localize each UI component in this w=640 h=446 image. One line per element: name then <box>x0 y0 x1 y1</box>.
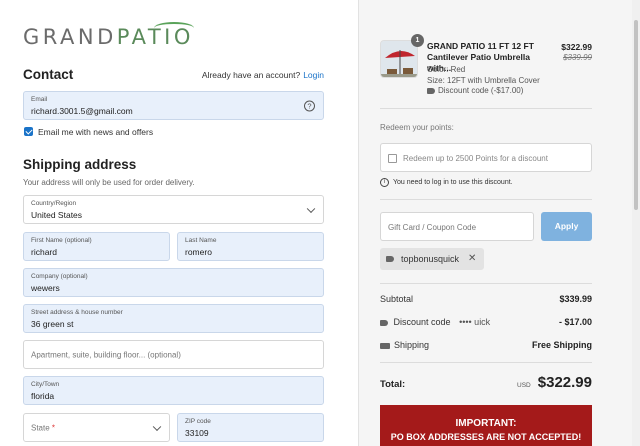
state-placeholder: State * <box>31 423 55 432</box>
coupon-input[interactable]: Gift Card / Coupon Code <box>380 212 534 241</box>
applied-coupon-chip: topbonusquick ✕ <box>380 248 484 270</box>
login-prompt: Already have an account? Login <box>202 70 324 80</box>
zip-value: 33109 <box>185 428 209 438</box>
scrollbar-thumb[interactable] <box>634 20 638 210</box>
banner-text: PO BOX ADDRESSES ARE NOT ACCEPTED! <box>390 432 582 442</box>
street-label: Street address & house number <box>31 309 123 316</box>
last-name-label: Last Name <box>185 237 217 244</box>
product-price: $322.99 <box>561 42 592 52</box>
city-field[interactable]: City/Town florida <box>23 376 324 405</box>
contact-heading: Contact <box>23 67 74 82</box>
total-label: Total: <box>380 379 406 390</box>
product-color: Color: Red <box>427 65 466 74</box>
company-value: wewers <box>31 283 60 293</box>
remove-coupon-icon[interactable]: ✕ <box>468 253 476 264</box>
info-icon: i <box>380 178 389 187</box>
currency-code: USD <box>517 382 531 389</box>
country-label: Country/Region <box>31 200 77 207</box>
discount-row: Discount code •••• uick <box>380 317 490 327</box>
tag-icon <box>427 87 435 94</box>
umbrella-image-icon <box>381 41 417 77</box>
login-prompt-text: Already have an account? <box>201 70 301 80</box>
product-old-price: $339.99 <box>563 53 592 62</box>
divider <box>380 362 592 363</box>
email-field[interactable]: Email richard.3001.5@gmail.com ? <box>23 91 324 120</box>
points-title: Redeem your points: <box>380 123 454 132</box>
chevron-down-icon <box>152 422 162 431</box>
redeem-option-label: Redeem up to 2500 Points for a discount <box>403 154 548 163</box>
city-label: City/Town <box>31 381 60 388</box>
shipping-value: Free Shipping <box>531 340 592 350</box>
truck-icon <box>380 342 390 349</box>
zip-label: ZIP code <box>185 418 211 425</box>
apartment-placeholder: Apartment, suite, building floor... (opt… <box>31 350 181 359</box>
points-note: You need to log in to use this discount. <box>393 179 513 186</box>
login-link[interactable]: Login <box>303 70 324 80</box>
email-value: richard.3001.5@gmail.com <box>31 106 133 116</box>
first-name-label: First Name (optional) <box>31 237 92 244</box>
zip-field[interactable]: ZIP code 33109 <box>177 413 324 442</box>
company-label: Company (optional) <box>31 273 88 280</box>
tag-icon <box>380 319 388 326</box>
help-icon[interactable]: ? <box>304 100 315 111</box>
apply-button[interactable]: Apply <box>541 212 592 241</box>
last-name-field[interactable]: Last Name romero <box>177 232 324 261</box>
chevron-down-icon <box>306 204 316 213</box>
last-name-value: romero <box>185 247 212 257</box>
news-checkbox-label[interactable]: Email me with news and offers <box>38 127 153 137</box>
logo-arc-icon <box>154 22 194 34</box>
first-name-value: richard <box>31 247 57 257</box>
country-value: United States <box>31 210 83 220</box>
shipping-heading: Shipping address <box>23 157 137 172</box>
brand-logo[interactable]: GRANDPATIO <box>23 22 194 49</box>
applied-coupon-code: topbonusquick <box>401 254 460 264</box>
state-select[interactable]: State * <box>23 413 170 442</box>
coupon-placeholder: Gift Card / Coupon Code <box>388 223 477 232</box>
subtotal-label: Subtotal <box>380 294 414 304</box>
product-discount-text: Discount code (-$17.00) <box>438 86 524 95</box>
tag-icon <box>386 256 394 262</box>
subtotal-value: $339.99 <box>559 294 592 304</box>
shipping-row: Shipping <box>380 340 429 350</box>
street-value: 36 green st <box>31 319 74 329</box>
scrollbar[interactable] <box>632 0 640 446</box>
po-box-warning-banner: IMPORTANT: PO BOX ADDRESSES ARE NOT ACCE… <box>380 405 592 446</box>
redeem-checkbox[interactable] <box>388 154 397 163</box>
apartment-field[interactable]: Apartment, suite, building floor... (opt… <box>23 340 324 369</box>
divider <box>380 283 592 284</box>
product-thumbnail <box>380 40 418 78</box>
divider <box>380 199 592 200</box>
checkout-form-panel: GRANDPATIO Contact Already have an accou… <box>0 0 358 446</box>
shipping-label: Shipping <box>394 340 430 350</box>
divider <box>380 108 592 109</box>
discount-code-masked: •••• uick <box>459 317 491 327</box>
banner-title: IMPORTANT: <box>455 418 517 429</box>
first-name-field[interactable]: First Name (optional) richard <box>23 232 170 261</box>
city-value: florida <box>31 391 55 401</box>
total-value: $322.99 <box>537 374 592 391</box>
quantity-badge: 1 <box>411 34 424 47</box>
state-placeholder-text: State <box>31 423 50 432</box>
discount-label: Discount code <box>393 317 451 327</box>
product-discount: Discount code (-$17.00) <box>427 86 523 95</box>
redeem-points-option[interactable]: Redeem up to 2500 Points for a discount <box>380 143 592 172</box>
product-size: Size: 12FT with Umbrella Cover <box>427 76 540 85</box>
discount-value: - $17.00 <box>558 317 592 327</box>
street-field[interactable]: Street address & house number 36 green s… <box>23 304 324 333</box>
company-field[interactable]: Company (optional) wewers <box>23 268 324 297</box>
required-asterisk: * <box>51 423 56 432</box>
country-select[interactable]: Country/Region United States <box>23 195 324 224</box>
news-checkbox[interactable] <box>24 127 33 136</box>
shipping-subtitle: Your address will only be used for order… <box>23 178 195 187</box>
email-label: Email <box>31 96 48 103</box>
logo-text-grand: GRAND <box>23 25 117 49</box>
